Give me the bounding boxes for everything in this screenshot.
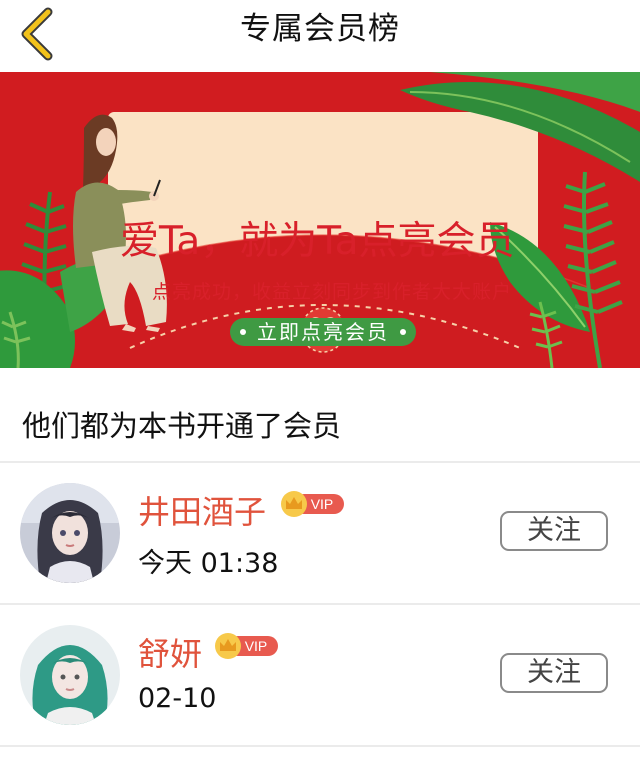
- cta-label: 立即点亮会员: [257, 320, 389, 344]
- follow-button[interactable]: 关注: [500, 653, 608, 693]
- member-time: 02-10: [138, 683, 217, 714]
- banner-headline: 爱Ta，就为Ta点亮会员: [120, 219, 515, 264]
- avatar-image: [20, 483, 120, 583]
- member-name[interactable]: 舒妍: [138, 629, 202, 675]
- vip-badge: VIP: [281, 491, 344, 517]
- list-item[interactable]: 井田酒子 VIP 今天 01:38 关注: [0, 463, 640, 605]
- vip-badge-text: VIP: [245, 638, 268, 654]
- follow-button[interactable]: 关注: [500, 511, 608, 551]
- avatar[interactable]: [20, 483, 120, 583]
- nav-bar: 专属会员榜: [0, 0, 640, 72]
- member-name[interactable]: 井田酒子: [138, 487, 266, 533]
- divider: [0, 745, 640, 747]
- avatar-image: [20, 625, 120, 725]
- member-time: 今天 01:38: [138, 548, 279, 579]
- page-title: 专属会员榜: [240, 11, 400, 47]
- page: 专属会员榜 爱Ta，就为Ta点亮会员 点亮成功，收益立刻同步到作者大大账户 立即…: [0, 0, 640, 766]
- banner-subline: 点亮成功，收益立刻同步到作者大大账户: [152, 281, 513, 303]
- dot-icon: [400, 329, 406, 335]
- avatar[interactable]: [20, 625, 120, 725]
- light-up-membership-button[interactable]: 立即点亮会员: [230, 318, 416, 346]
- dot-icon: [240, 329, 246, 335]
- promo-banner[interactable]: 爱Ta，就为Ta点亮会员 点亮成功，收益立刻同步到作者大大账户 立即点亮会员: [0, 72, 640, 368]
- vip-badge-text: VIP: [311, 496, 334, 512]
- section-title: 他们都为本书开通了会员: [22, 409, 342, 443]
- vip-badge: VIP: [215, 633, 278, 659]
- list-item[interactable]: 舒妍 VIP 02-10 关注: [0, 605, 640, 747]
